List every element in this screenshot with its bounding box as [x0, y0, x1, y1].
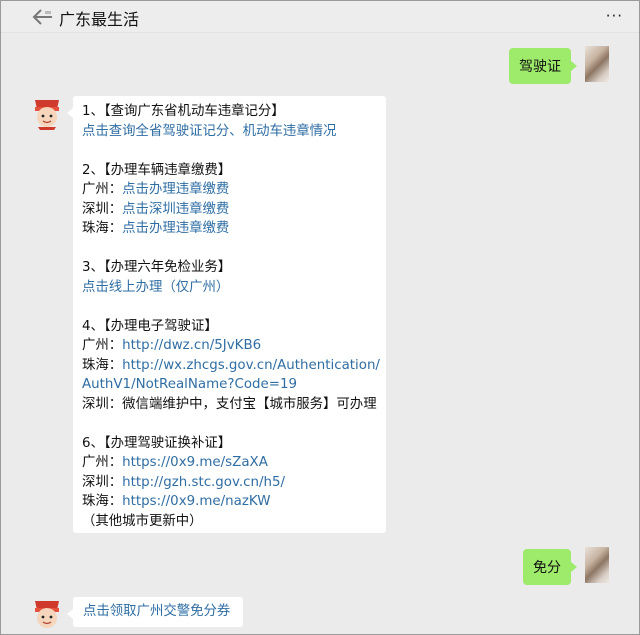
link-gz-renewal[interactable]: https://0x9.me/sZaXA: [122, 455, 268, 470]
link-zh-payment[interactable]: 点击办理违章缴费: [122, 221, 229, 236]
link-sz-renewal[interactable]: http://gzh.stc.gov.cn/h5/: [122, 475, 285, 490]
city-label: 广州：: [82, 182, 123, 197]
user-message-bubble: 驾驶证: [509, 48, 577, 84]
more-icon[interactable]: ···: [606, 7, 623, 25]
user-avatar[interactable]: [585, 46, 609, 82]
link-zh-e-license-cont[interactable]: AuthV1/NotRealName?Code=19: [82, 375, 378, 395]
city-label: 珠海：: [82, 494, 123, 509]
section-heading: 1、【查询广东省机动车违章记分】: [82, 104, 285, 119]
user-avatar[interactable]: [585, 547, 609, 583]
section-heading: 4、【办理电子驾驶证】: [82, 318, 218, 334]
bot-message-bubble: 1、【查询广东省机动车违章记分】 点击查询全省驾驶证记分、机动车违章情况 2、【…: [67, 96, 386, 533]
user-message-bubble: 免分: [523, 549, 577, 585]
city-label: 广州：: [82, 455, 123, 470]
city-label: 珠海：: [82, 221, 123, 236]
bot-avatar[interactable]: [30, 96, 64, 130]
update-note: （其他城市更新中）: [82, 513, 203, 529]
bot-avatar[interactable]: [30, 597, 64, 631]
link-zh-renewal[interactable]: https://0x9.me/nazKW: [122, 494, 270, 509]
section-heading: 2、【办理车辆违章缴费】: [82, 162, 232, 178]
city-label: 深圳：: [82, 474, 123, 490]
city-label: 珠海：: [82, 357, 123, 373]
link-inspection-exempt[interactable]: 点击线上办理（仅广州）: [82, 278, 378, 298]
link-zh-e-license[interactable]: http://wx.zhcgs.gov.cn/Authentication/: [122, 358, 380, 373]
link-gz-e-license[interactable]: http://dwz.cn/5JvKB6: [122, 338, 261, 353]
section-heading: 3、【办理六年免检业务】: [82, 260, 232, 275]
city-label: 深圳：: [82, 201, 123, 217]
section-heading: 6、【办理驾驶证换补证】: [82, 435, 232, 451]
chat-header: 广东最生活 ···: [1, 1, 639, 33]
link-violation-query[interactable]: 点击查询全省驾驶证记分、机动车违章情况: [82, 122, 378, 142]
link-gz-payment[interactable]: 点击办理违章缴费: [122, 182, 229, 197]
link-points-coupon[interactable]: 点击领取广州交警免分券: [83, 597, 233, 627]
sz-e-license-note: 深圳：微信端维护中，支付宝【城市服务】可办理: [82, 396, 377, 412]
bot-message-bubble: 点击领取广州交警免分券: [67, 597, 243, 627]
back-arrow-icon[interactable]: [31, 7, 53, 27]
link-sz-payment[interactable]: 点击深圳违章缴费: [122, 202, 229, 217]
chat-title: 广东最生活: [59, 10, 140, 29]
city-label: 广州：: [82, 338, 123, 353]
